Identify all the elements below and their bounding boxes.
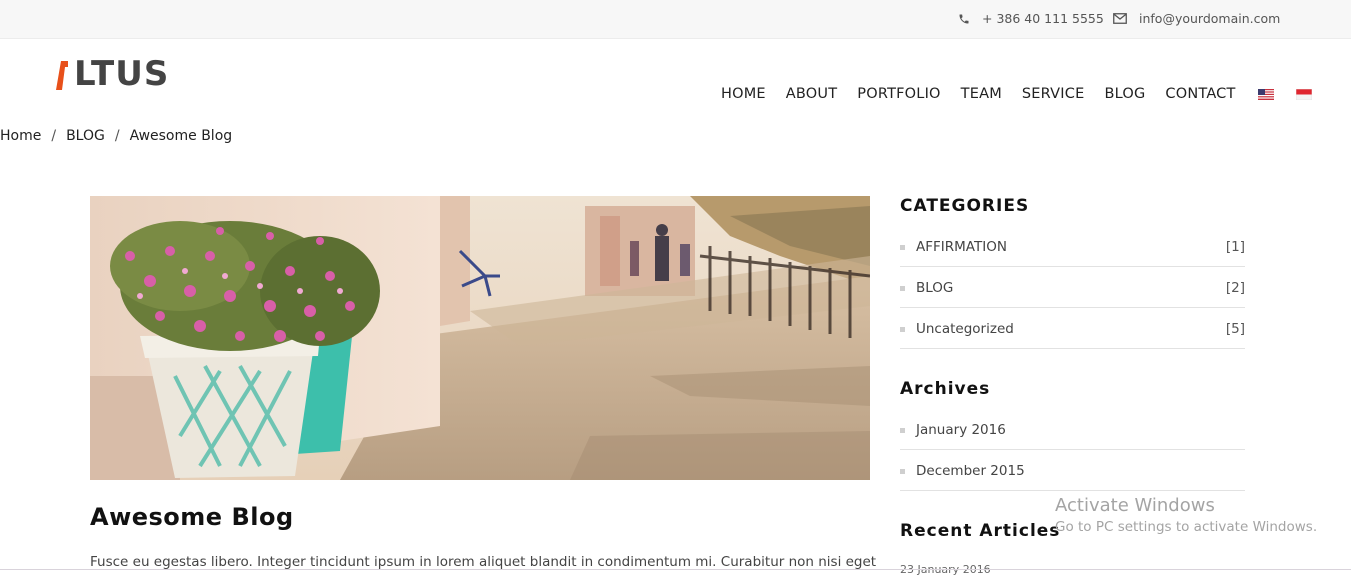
indonesian-flag-icon[interactable] <box>1295 88 1312 100</box>
windows-activation-watermark: Activate Windows Go to PC settings to ac… <box>1055 495 1317 535</box>
breadcrumb-current: Awesome Blog <box>129 128 233 144</box>
nav-about[interactable]: ABOUT <box>786 86 838 102</box>
breadcrumb: Home / BLOG / Awesome Blog <box>0 128 232 144</box>
nav-portfolio[interactable]: PORTFOLIO <box>857 86 940 102</box>
nav-blog[interactable]: BLOG <box>1104 86 1145 102</box>
bullet-icon <box>900 428 905 433</box>
phone-icon <box>959 14 969 23</box>
archives-heading: Archives <box>900 379 991 399</box>
top-bar: + 386 40 111 5555 info@yourdomain.com <box>0 0 1351 39</box>
recent-articles-heading: Recent Articles <box>900 521 1061 541</box>
category-label: AFFIRMATION <box>916 239 1007 255</box>
archives-list: January 2016 December 2015 <box>900 409 1245 491</box>
bullet-icon <box>900 286 905 291</box>
breadcrumb-separator: / <box>51 128 57 144</box>
breadcrumb-blog[interactable]: BLOG <box>66 128 105 144</box>
category-count: [5] <box>1225 321 1245 337</box>
category-item-affirmation[interactable]: AFFIRMATION [1] <box>900 226 1245 267</box>
bottom-divider <box>0 569 1351 570</box>
category-label: Uncategorized <box>916 321 1014 337</box>
bullet-icon <box>900 327 905 332</box>
bullet-icon <box>900 469 905 474</box>
email-address: info@yourdomain.com <box>1139 11 1281 26</box>
phone-number: + 386 40 111 5555 <box>982 11 1104 26</box>
nav-team[interactable]: TEAM <box>961 86 1002 102</box>
bullet-icon <box>900 245 905 250</box>
english-flag-icon[interactable] <box>1257 88 1274 100</box>
breadcrumb-separator: / <box>114 128 120 144</box>
watermark-title: Activate Windows <box>1055 495 1215 516</box>
archive-item-january-2016[interactable]: January 2016 <box>900 409 1245 450</box>
categories-heading: CATEGORIES <box>900 196 1030 216</box>
envelope-icon <box>1113 13 1127 24</box>
post-excerpt: Fusce eu egestas libero. Integer tincidu… <box>90 554 877 570</box>
logo-mark-icon <box>56 61 68 90</box>
logo-text: LTUS <box>74 54 170 94</box>
post-title[interactable]: Awesome Blog <box>90 503 294 531</box>
phone-contact[interactable]: + 386 40 111 5555 <box>958 11 1104 26</box>
main-nav: HOME ABOUT PORTFOLIO TEAM SERVICE BLOG C… <box>721 86 1332 102</box>
email-contact[interactable]: info@yourdomain.com <box>1113 11 1280 26</box>
nav-contact[interactable]: CONTACT <box>1165 86 1235 102</box>
archive-item-december-2015[interactable]: December 2015 <box>900 450 1245 491</box>
nav-home[interactable]: HOME <box>721 86 766 102</box>
street-flowers-image <box>90 196 870 480</box>
categories-list: AFFIRMATION [1] BLOG [2] Uncategorized [… <box>900 226 1245 349</box>
site-logo[interactable]: LTUS <box>56 56 169 92</box>
category-item-uncategorized[interactable]: Uncategorized [5] <box>900 308 1245 349</box>
category-count: [2] <box>1225 280 1245 296</box>
category-count: [1] <box>1225 239 1245 255</box>
archive-label: December 2015 <box>916 463 1025 479</box>
archive-label: January 2016 <box>916 422 1006 438</box>
breadcrumb-home[interactable]: Home <box>0 128 41 144</box>
category-label: BLOG <box>916 280 954 296</box>
watermark-subtitle: Go to PC settings to activate Windows. <box>1055 519 1318 535</box>
category-item-blog[interactable]: BLOG [2] <box>900 267 1245 308</box>
post-featured-image[interactable] <box>90 196 870 480</box>
nav-service[interactable]: SERVICE <box>1022 86 1085 102</box>
